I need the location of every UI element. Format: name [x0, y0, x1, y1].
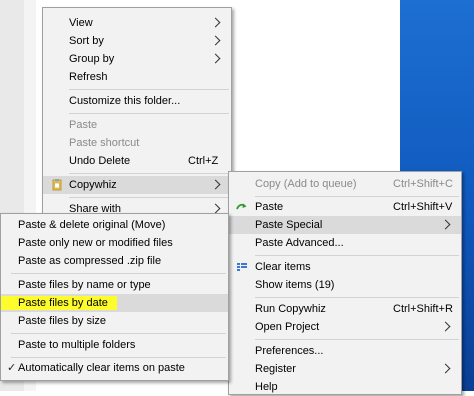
menu-item-sort-by[interactable]: Sort by: [43, 32, 231, 50]
copywhiz-icon: [51, 179, 63, 191]
menu-item-paste-shortcut[interactable]: Paste shortcut: [43, 134, 231, 152]
menu-item-register[interactable]: Register: [229, 360, 461, 378]
menu-item-paste-advanced[interactable]: Paste Advanced...: [229, 234, 461, 252]
menu-item-paste-compressed-zip[interactable]: Paste as compressed .zip file: [1, 252, 228, 270]
menu-item-label: Paste: [69, 119, 98, 131]
menu-separator: [69, 173, 229, 174]
menu-item-paste-by-date[interactable]: Paste files by date: [1, 294, 228, 312]
chevron-right-icon: [210, 17, 221, 28]
chevron-right-icon: [210, 53, 221, 64]
menu-separator: [255, 196, 459, 197]
chevron-right-icon: [440, 321, 451, 332]
menu-item-label: Paste only new or modified files: [18, 237, 173, 249]
menu-item-paste-special[interactable]: Paste Special: [229, 216, 461, 234]
menu-item-group-by[interactable]: Group by: [43, 50, 231, 68]
menu-item-label: Paste files by date: [18, 297, 108, 309]
menu-item-label: Paste files by name or type: [18, 279, 151, 291]
menu-item-label: Paste to multiple folders: [18, 339, 136, 351]
menu-separator: [69, 113, 229, 114]
menu-item-label: Paste Advanced...: [255, 237, 344, 249]
menu-item-label: View: [69, 17, 93, 29]
green-arrow-icon: [236, 201, 248, 213]
menu-separator: [11, 273, 226, 274]
menu-item-paste-multiple-folders[interactable]: Paste to multiple folders: [1, 336, 228, 354]
menu-item-label: Paste & delete original (Move): [18, 219, 166, 231]
menu-item-open-project[interactable]: Open Project: [229, 318, 461, 336]
menu-item-label: Show items (19): [255, 279, 335, 291]
menu-item-run-copywhiz[interactable]: Run Copywhiz Ctrl+Shift+R: [229, 300, 461, 318]
menu-separator: [255, 339, 459, 340]
menu-item-customize-folder[interactable]: Customize this folder...: [43, 92, 231, 110]
menu-item-label: Automatically clear items on paste: [18, 362, 185, 374]
menu-item-label: Register: [255, 363, 296, 375]
paste-special-submenu: Paste & delete original (Move) Paste onl…: [0, 213, 229, 381]
copywhiz-submenu: Copy (Add to queue) Ctrl+Shift+C Paste C…: [228, 171, 462, 395]
menu-item-undo-delete[interactable]: Undo Delete Ctrl+Z: [43, 152, 231, 170]
menu-item-copywhiz[interactable]: Copywhiz: [43, 176, 231, 194]
chevron-right-icon: [210, 179, 221, 190]
menu-item-paste-delete-original[interactable]: Paste & delete original (Move): [1, 216, 228, 234]
menu-item-shortcut: Ctrl+Z: [188, 155, 219, 167]
menu-item-label: Customize this folder...: [69, 95, 181, 107]
context-menu: View Sort by Group by Refresh Customize …: [42, 7, 232, 219]
clear-items-icon: [236, 261, 248, 273]
menu-item-paste-by-name-type[interactable]: Paste files by name or type: [1, 276, 228, 294]
menu-item-preferences[interactable]: Preferences...: [229, 342, 461, 360]
menu-item-label: Paste: [255, 201, 284, 213]
menu-item-label: Paste shortcut: [69, 137, 140, 149]
menu-item-label: Undo Delete: [69, 155, 131, 167]
menu-item-paste-by-size[interactable]: Paste files by size: [1, 312, 228, 330]
menu-item-label: Clear items: [255, 261, 311, 273]
menu-item-paste[interactable]: Paste Ctrl+Shift+V: [229, 198, 461, 216]
menu-item-shortcut: Ctrl+Shift+V: [393, 201, 453, 213]
chevron-right-icon: [210, 35, 221, 46]
menu-separator: [11, 357, 226, 358]
menu-item-label: Open Project: [255, 321, 320, 333]
menu-item-label: Paste as compressed .zip file: [18, 255, 162, 267]
chevron-right-icon: [440, 363, 451, 374]
menu-separator: [69, 89, 229, 90]
menu-separator: [11, 333, 226, 334]
menu-item-auto-clear-items[interactable]: ✓ Automatically clear items on paste: [1, 359, 228, 377]
menu-item-label: Copy (Add to queue): [255, 178, 357, 190]
menu-item-label: Preferences...: [255, 345, 324, 357]
menu-item-label: Group by: [69, 53, 115, 65]
menu-item-label: Help: [255, 381, 278, 393]
menu-item-refresh[interactable]: Refresh: [43, 68, 231, 86]
menu-item-show-items[interactable]: Show items (19): [229, 276, 461, 294]
menu-separator: [255, 297, 459, 298]
checkmark-icon: ✓: [7, 362, 17, 374]
menu-item-paste[interactable]: Paste: [43, 116, 231, 134]
menu-separator: [69, 197, 229, 198]
menu-item-shortcut: Ctrl+Shift+C: [393, 178, 453, 190]
menu-item-copy-add-to-queue[interactable]: Copy (Add to queue) Ctrl+Shift+C: [229, 175, 461, 193]
menu-separator: [255, 255, 459, 256]
menu-item-label: Sort by: [69, 35, 104, 47]
menu-item-paste-only-new[interactable]: Paste only new or modified files: [1, 234, 228, 252]
chevron-right-icon: [210, 203, 221, 214]
menu-item-label: Copywhiz: [69, 179, 117, 191]
menu-item-label: Paste Special: [255, 219, 323, 231]
menu-item-label: Paste files by size: [18, 315, 107, 327]
menu-item-label: Refresh: [69, 71, 108, 83]
menu-item-view[interactable]: View: [43, 14, 231, 32]
menu-item-clear-items[interactable]: Clear items: [229, 258, 461, 276]
menu-item-help[interactable]: Help: [229, 378, 461, 396]
menu-item-label: Run Copywhiz: [255, 303, 326, 315]
menu-item-shortcut: Ctrl+Shift+R: [393, 303, 453, 315]
chevron-right-icon: [440, 219, 451, 230]
